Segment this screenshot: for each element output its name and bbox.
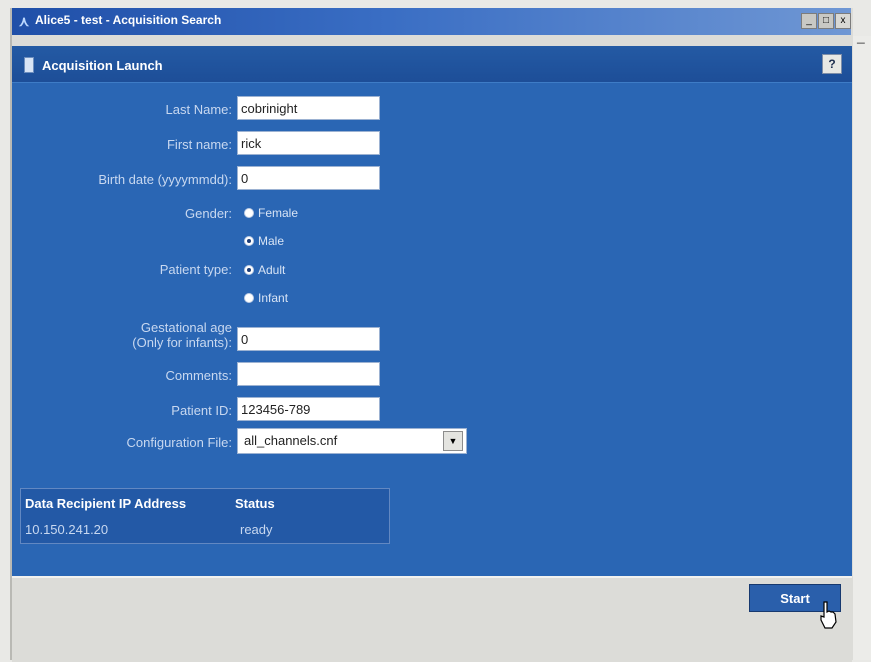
table-cell-ip: 10.150.241.20 [25, 522, 109, 537]
document-icon [24, 57, 34, 73]
gender-option-male[interactable]: Male [244, 232, 284, 250]
panel-title: Acquisition Launch [42, 58, 163, 73]
birth-date-field[interactable] [237, 166, 380, 190]
first-name-field[interactable] [237, 131, 380, 155]
gender-male-radio[interactable] [244, 236, 254, 246]
table-header-status: Status [235, 496, 275, 511]
config-file-label: Configuration File: [126, 435, 233, 450]
minimize-button[interactable]: _ [801, 13, 817, 29]
edge-marker-icon: ▔ [857, 44, 865, 55]
close-button[interactable]: x [835, 13, 851, 29]
last-name-field[interactable] [237, 96, 380, 120]
comments-field[interactable] [237, 362, 380, 386]
birth-date-label: Birth date (yyyymmdd): [98, 172, 232, 187]
window-title: Alice5 - test - Acquisition Search [35, 13, 222, 27]
hand-cursor-icon [820, 601, 837, 629]
footer-area [12, 576, 852, 662]
patient-type-option-adult[interactable]: Adult [244, 261, 285, 279]
background-edge [853, 36, 871, 660]
gender-female-label: Female [258, 206, 299, 220]
gestational-age-label: Gestational age (Only for infants): [12, 320, 232, 350]
dropdown-arrow-icon[interactable]: ▼ [443, 431, 463, 451]
gender-label: Gender: [185, 206, 232, 221]
gender-female-radio[interactable] [244, 208, 254, 218]
patient-id-label: Patient ID: [171, 403, 232, 418]
patient-type-label: Patient type: [159, 262, 232, 277]
table-cell-status: ready [240, 522, 273, 537]
gestational-age-label-line2: (Only for infants): [132, 335, 232, 350]
config-file-value: all_channels.cnf [244, 433, 338, 448]
patient-id-field[interactable] [237, 397, 380, 421]
patient-type-adult-radio[interactable] [244, 265, 254, 275]
gestational-age-field[interactable] [237, 327, 380, 351]
app-icon: ⋏ [18, 13, 30, 29]
gestational-age-label-line1: Gestational age [140, 320, 232, 335]
table-header-ip: Data Recipient IP Address [25, 496, 187, 511]
maximize-button[interactable]: □ [818, 13, 834, 29]
patient-type-infant-radio[interactable] [244, 293, 254, 303]
last-name-label: Last Name: [165, 102, 232, 117]
gender-option-female[interactable]: Female [244, 204, 298, 222]
patient-type-infant-label: Infant [258, 291, 289, 305]
gender-male-label: Male [258, 234, 285, 248]
patient-type-option-infant[interactable]: Infant [244, 289, 288, 307]
patient-type-adult-label: Adult [258, 263, 286, 277]
help-button[interactable]: ? [822, 54, 842, 74]
first-name-label: First name: [166, 137, 232, 152]
comments-label: Comments: [165, 368, 232, 383]
